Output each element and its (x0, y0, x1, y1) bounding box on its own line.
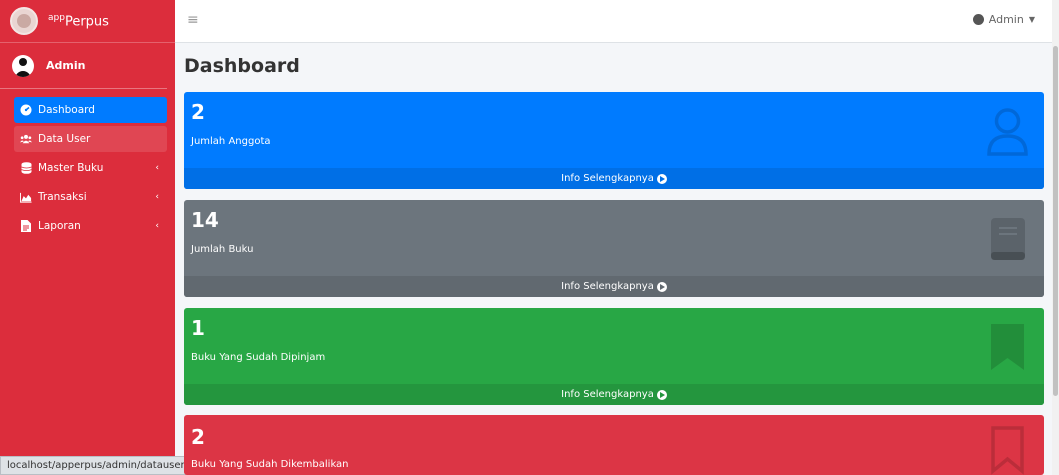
user-avatar-icon (12, 54, 34, 77)
sidebar-item-label: Data User (38, 133, 91, 145)
bookmark-outline-icon (991, 426, 1024, 475)
user-dropdown[interactable]: Admin ▼ (972, 13, 1035, 26)
sidebar-item-master-buku[interactable]: Master Buku ‹ (14, 155, 167, 181)
sidebar-item-label: Dashboard (38, 104, 95, 116)
scrollbar-thumb[interactable] (1053, 46, 1058, 396)
brand-logo (10, 7, 38, 35)
small-box-dipinjam: 1 Buku Yang Sudah Dipinjam Info Selengka… (184, 308, 1044, 405)
box-value: 1 (191, 316, 205, 340)
box-label: Buku Yang Sudah Dikembalikan (191, 459, 349, 470)
box-footer-label: Info Selengkapnya (561, 389, 654, 400)
box-value: 2 (191, 100, 205, 124)
user-panel-name: Admin (46, 59, 86, 72)
chevron-left-icon: ‹ (155, 192, 159, 202)
brand-text: appPerpus (48, 12, 109, 30)
sidebar-item-transaksi[interactable]: Transaksi ‹ (14, 184, 167, 210)
box-value: 2 (191, 425, 205, 449)
users-icon (20, 133, 32, 145)
sidebar-item-label: Laporan (38, 220, 81, 232)
sidebar-item-data-user[interactable]: Data User (14, 126, 167, 152)
page-title: Dashboard (184, 55, 300, 77)
menu-toggle-icon[interactable]: ≡ (187, 12, 199, 28)
chevron-left-icon: ‹ (155, 221, 159, 231)
box-footer-link[interactable]: Info Selengkapnya (184, 384, 1044, 405)
box-value: 14 (191, 208, 219, 232)
small-box-dikembalikan: 2 Buku Yang Sudah Dikembalikan (184, 415, 1044, 475)
chart-area-icon (20, 191, 32, 203)
page-scrollbar[interactable] (1052, 0, 1059, 475)
sidebar-nav: Dashboard Data User Master Buku ‹ Transa… (0, 97, 175, 239)
sidebar-item-laporan[interactable]: Laporan ‹ (14, 213, 167, 239)
bookmark-icon (991, 324, 1024, 370)
user-dropdown-label: Admin (988, 13, 1024, 26)
status-bar-url: localhost/apperpus/admin/datauser (0, 456, 192, 475)
box-label: Jumlah Buku (191, 244, 254, 255)
caret-down-icon: ▼ (1028, 15, 1035, 24)
brand-link[interactable]: appPerpus (0, 0, 175, 43)
user-panel[interactable]: Admin (0, 43, 167, 89)
sidebar-item-dashboard[interactable]: Dashboard (14, 97, 167, 123)
sidebar-item-label: Transaksi (38, 191, 87, 203)
topbar: ≡ Admin ▼ (175, 0, 1059, 43)
box-label: Jumlah Anggota (191, 136, 271, 147)
box-label: Buku Yang Sudah Dipinjam (191, 352, 326, 363)
dashboard-icon (20, 104, 32, 116)
box-footer-label: Info Selengkapnya (561, 173, 654, 184)
arrow-circle-right-icon (656, 173, 667, 184)
file-icon (20, 220, 32, 232)
user-circle-icon (972, 14, 984, 25)
chevron-left-icon: ‹ (155, 163, 159, 173)
sidebar: appPerpus Admin Dashboard Data User Mast… (0, 0, 192, 475)
arrow-circle-right-icon (656, 281, 667, 292)
user-icon (987, 108, 1028, 156)
book-icon (991, 218, 1025, 260)
box-footer-link[interactable]: Info Selengkapnya (184, 168, 1044, 189)
arrow-circle-right-icon (656, 389, 667, 400)
small-box-buku: 14 Jumlah Buku Info Selengkapnya (184, 200, 1044, 297)
small-box-anggota: 2 Jumlah Anggota Info Selengkapnya (184, 92, 1044, 189)
box-footer-link[interactable]: Info Selengkapnya (184, 276, 1044, 297)
sidebar-item-label: Master Buku (38, 162, 104, 174)
database-icon (20, 162, 32, 174)
box-footer-label: Info Selengkapnya (561, 281, 654, 292)
